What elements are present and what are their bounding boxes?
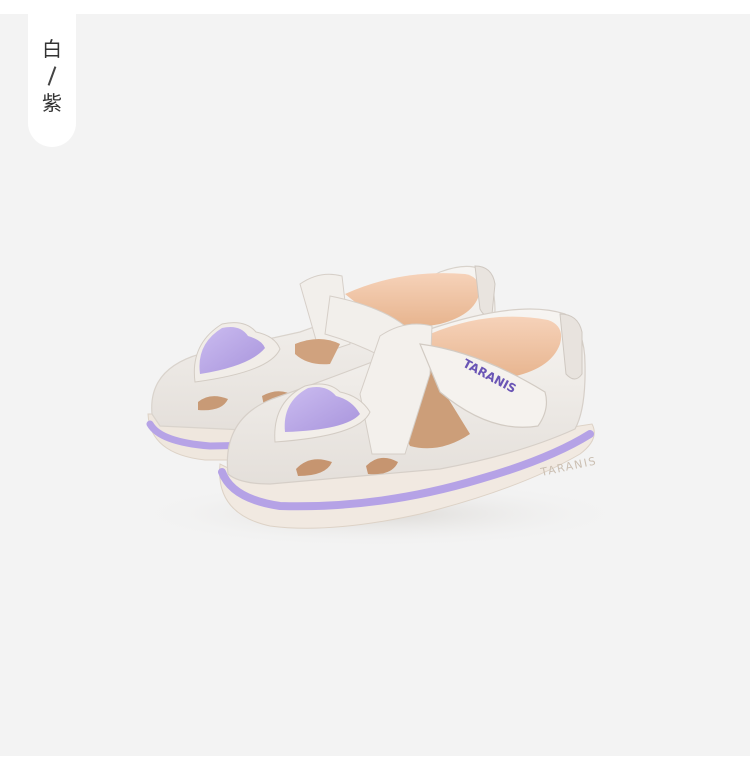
product-photo-area: 白 紫 TARANIS TARANIS	[0, 14, 750, 756]
shoe-pair-illustration: TARANIS TARANIS	[130, 265, 630, 548]
